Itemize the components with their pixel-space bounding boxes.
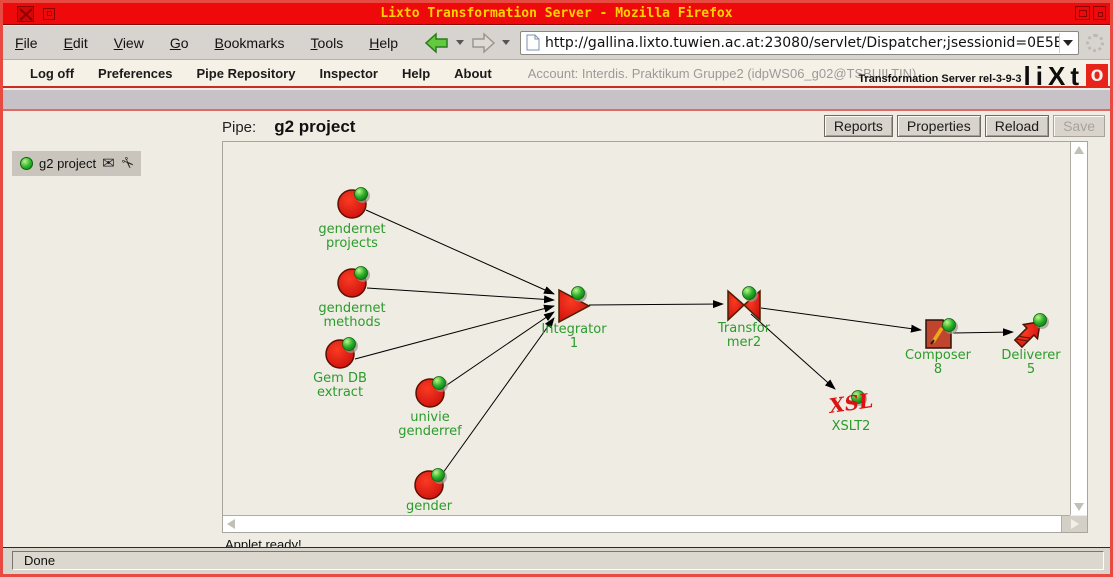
maximize-button[interactable] bbox=[1075, 6, 1090, 20]
forward-dropdown-caret[interactable] bbox=[502, 40, 510, 45]
menu-help[interactable]: Help bbox=[369, 35, 398, 51]
scroll-right-button[interactable] bbox=[1061, 516, 1087, 532]
server-release-label: Transformation Server rel-3-9-3 bbox=[858, 73, 1021, 85]
about-link[interactable]: About bbox=[454, 66, 492, 81]
pipe-name: g2 project bbox=[274, 117, 355, 137]
reload-button[interactable]: Reload bbox=[985, 115, 1049, 137]
scroll-up-button[interactable] bbox=[1071, 142, 1087, 158]
back-arrow-icon bbox=[424, 32, 450, 54]
url-history-dropdown[interactable] bbox=[1059, 33, 1076, 53]
menu-go[interactable]: Go bbox=[170, 35, 189, 51]
back-dropdown-caret[interactable] bbox=[456, 40, 464, 45]
node-gendernet-methods[interactable] bbox=[338, 267, 370, 298]
forward-arrow-icon bbox=[470, 32, 496, 54]
node-univie-genderref[interactable] bbox=[416, 377, 448, 408]
forward-button[interactable] bbox=[470, 32, 496, 54]
logoff-link[interactable]: Log off bbox=[30, 66, 74, 81]
pipe-repository-link[interactable]: Pipe Repository bbox=[197, 66, 296, 81]
inspector-link[interactable]: Inspector bbox=[319, 66, 378, 81]
page-icon bbox=[526, 34, 540, 51]
properties-button[interactable]: Properties bbox=[897, 115, 981, 137]
menu-file[interactable]: File bbox=[15, 35, 38, 51]
project-label: g2 project bbox=[39, 156, 96, 171]
status-text: Done bbox=[12, 551, 1104, 570]
node-gem-db-extract[interactable] bbox=[326, 338, 358, 369]
lixto-logo-o: o bbox=[1086, 64, 1108, 88]
save-button[interactable]: Save bbox=[1053, 115, 1105, 137]
triangle-up-icon bbox=[1074, 146, 1084, 154]
reports-button[interactable]: Reports bbox=[824, 115, 893, 137]
iconify-button[interactable] bbox=[1093, 6, 1106, 20]
scroll-down-button[interactable] bbox=[1071, 499, 1087, 515]
menu-view[interactable]: View bbox=[114, 35, 144, 51]
help-link[interactable]: Help bbox=[402, 66, 430, 81]
triangle-left-icon bbox=[227, 519, 235, 529]
pipe-header: Pipe: g2 project bbox=[222, 117, 355, 137]
lixto-logo: liXt o bbox=[1024, 64, 1108, 88]
node-deliverer-5[interactable] bbox=[1011, 314, 1049, 351]
preferences-link[interactable]: Preferences bbox=[98, 66, 172, 81]
node-gender[interactable] bbox=[415, 469, 447, 500]
throbber-icon bbox=[1086, 34, 1104, 52]
window-x-icon bbox=[19, 8, 33, 21]
statusbar: Done bbox=[3, 547, 1110, 574]
canvas-vertical-scrollbar[interactable] bbox=[1070, 142, 1087, 515]
titlebar: Lixto Transformation Server - Mozilla Fi… bbox=[3, 3, 1110, 25]
menu-edit[interactable]: Edit bbox=[64, 35, 88, 51]
window-menu-button[interactable] bbox=[17, 6, 34, 22]
window-small-button[interactable] bbox=[43, 8, 55, 20]
menu-bookmarks[interactable]: Bookmarks bbox=[215, 35, 285, 51]
edges bbox=[355, 210, 1013, 477]
content-area: g2 project ✉ ✂ Pipe: g2 project Reports … bbox=[3, 113, 1110, 547]
project-status-icon bbox=[20, 157, 33, 170]
menu-tools[interactable]: Tools bbox=[311, 35, 344, 51]
chevron-down-icon bbox=[1063, 40, 1073, 46]
square-icon bbox=[47, 11, 52, 16]
envelope-icon[interactable]: ✉ bbox=[102, 156, 115, 171]
pipe-label: Pipe: bbox=[222, 119, 256, 136]
scroll-left-button[interactable] bbox=[223, 516, 239, 532]
sidebar-item-g2-project[interactable]: g2 project ✉ ✂ bbox=[12, 151, 141, 176]
canvas-horizontal-scrollbar[interactable] bbox=[223, 515, 1070, 532]
node-composer-8[interactable] bbox=[926, 319, 958, 349]
triangle-right-icon bbox=[1071, 519, 1079, 529]
node-integrator-1[interactable] bbox=[559, 287, 589, 323]
node-gendernet-projects[interactable] bbox=[338, 188, 370, 219]
node-transformer2[interactable] bbox=[728, 287, 760, 321]
pipe-canvas[interactable]: gendernetprojects gendernetmethods Gem D… bbox=[222, 141, 1088, 533]
window-title: Lixto Transformation Server - Mozilla Fi… bbox=[3, 6, 1110, 21]
back-button[interactable] bbox=[424, 32, 450, 54]
lixto-logo-text: liXt bbox=[1024, 64, 1084, 88]
triangle-down-icon bbox=[1074, 503, 1084, 511]
app-toolbar: Log off Preferences Pipe Repository Insp… bbox=[3, 60, 1110, 88]
toolbar-divider-band bbox=[3, 90, 1110, 111]
urlbar[interactable] bbox=[520, 31, 1079, 55]
url-input[interactable] bbox=[545, 33, 1059, 53]
maximize-icon bbox=[1079, 10, 1087, 17]
browser-menubar: File Edit View Go Bookmarks Tools Help bbox=[3, 26, 1110, 60]
iconify-icon bbox=[1098, 12, 1103, 17]
browser-window: Lixto Transformation Server - Mozilla Fi… bbox=[0, 0, 1113, 577]
pipe-diagram bbox=[223, 142, 1070, 516]
scissors-icon[interactable]: ✂ bbox=[117, 154, 137, 174]
